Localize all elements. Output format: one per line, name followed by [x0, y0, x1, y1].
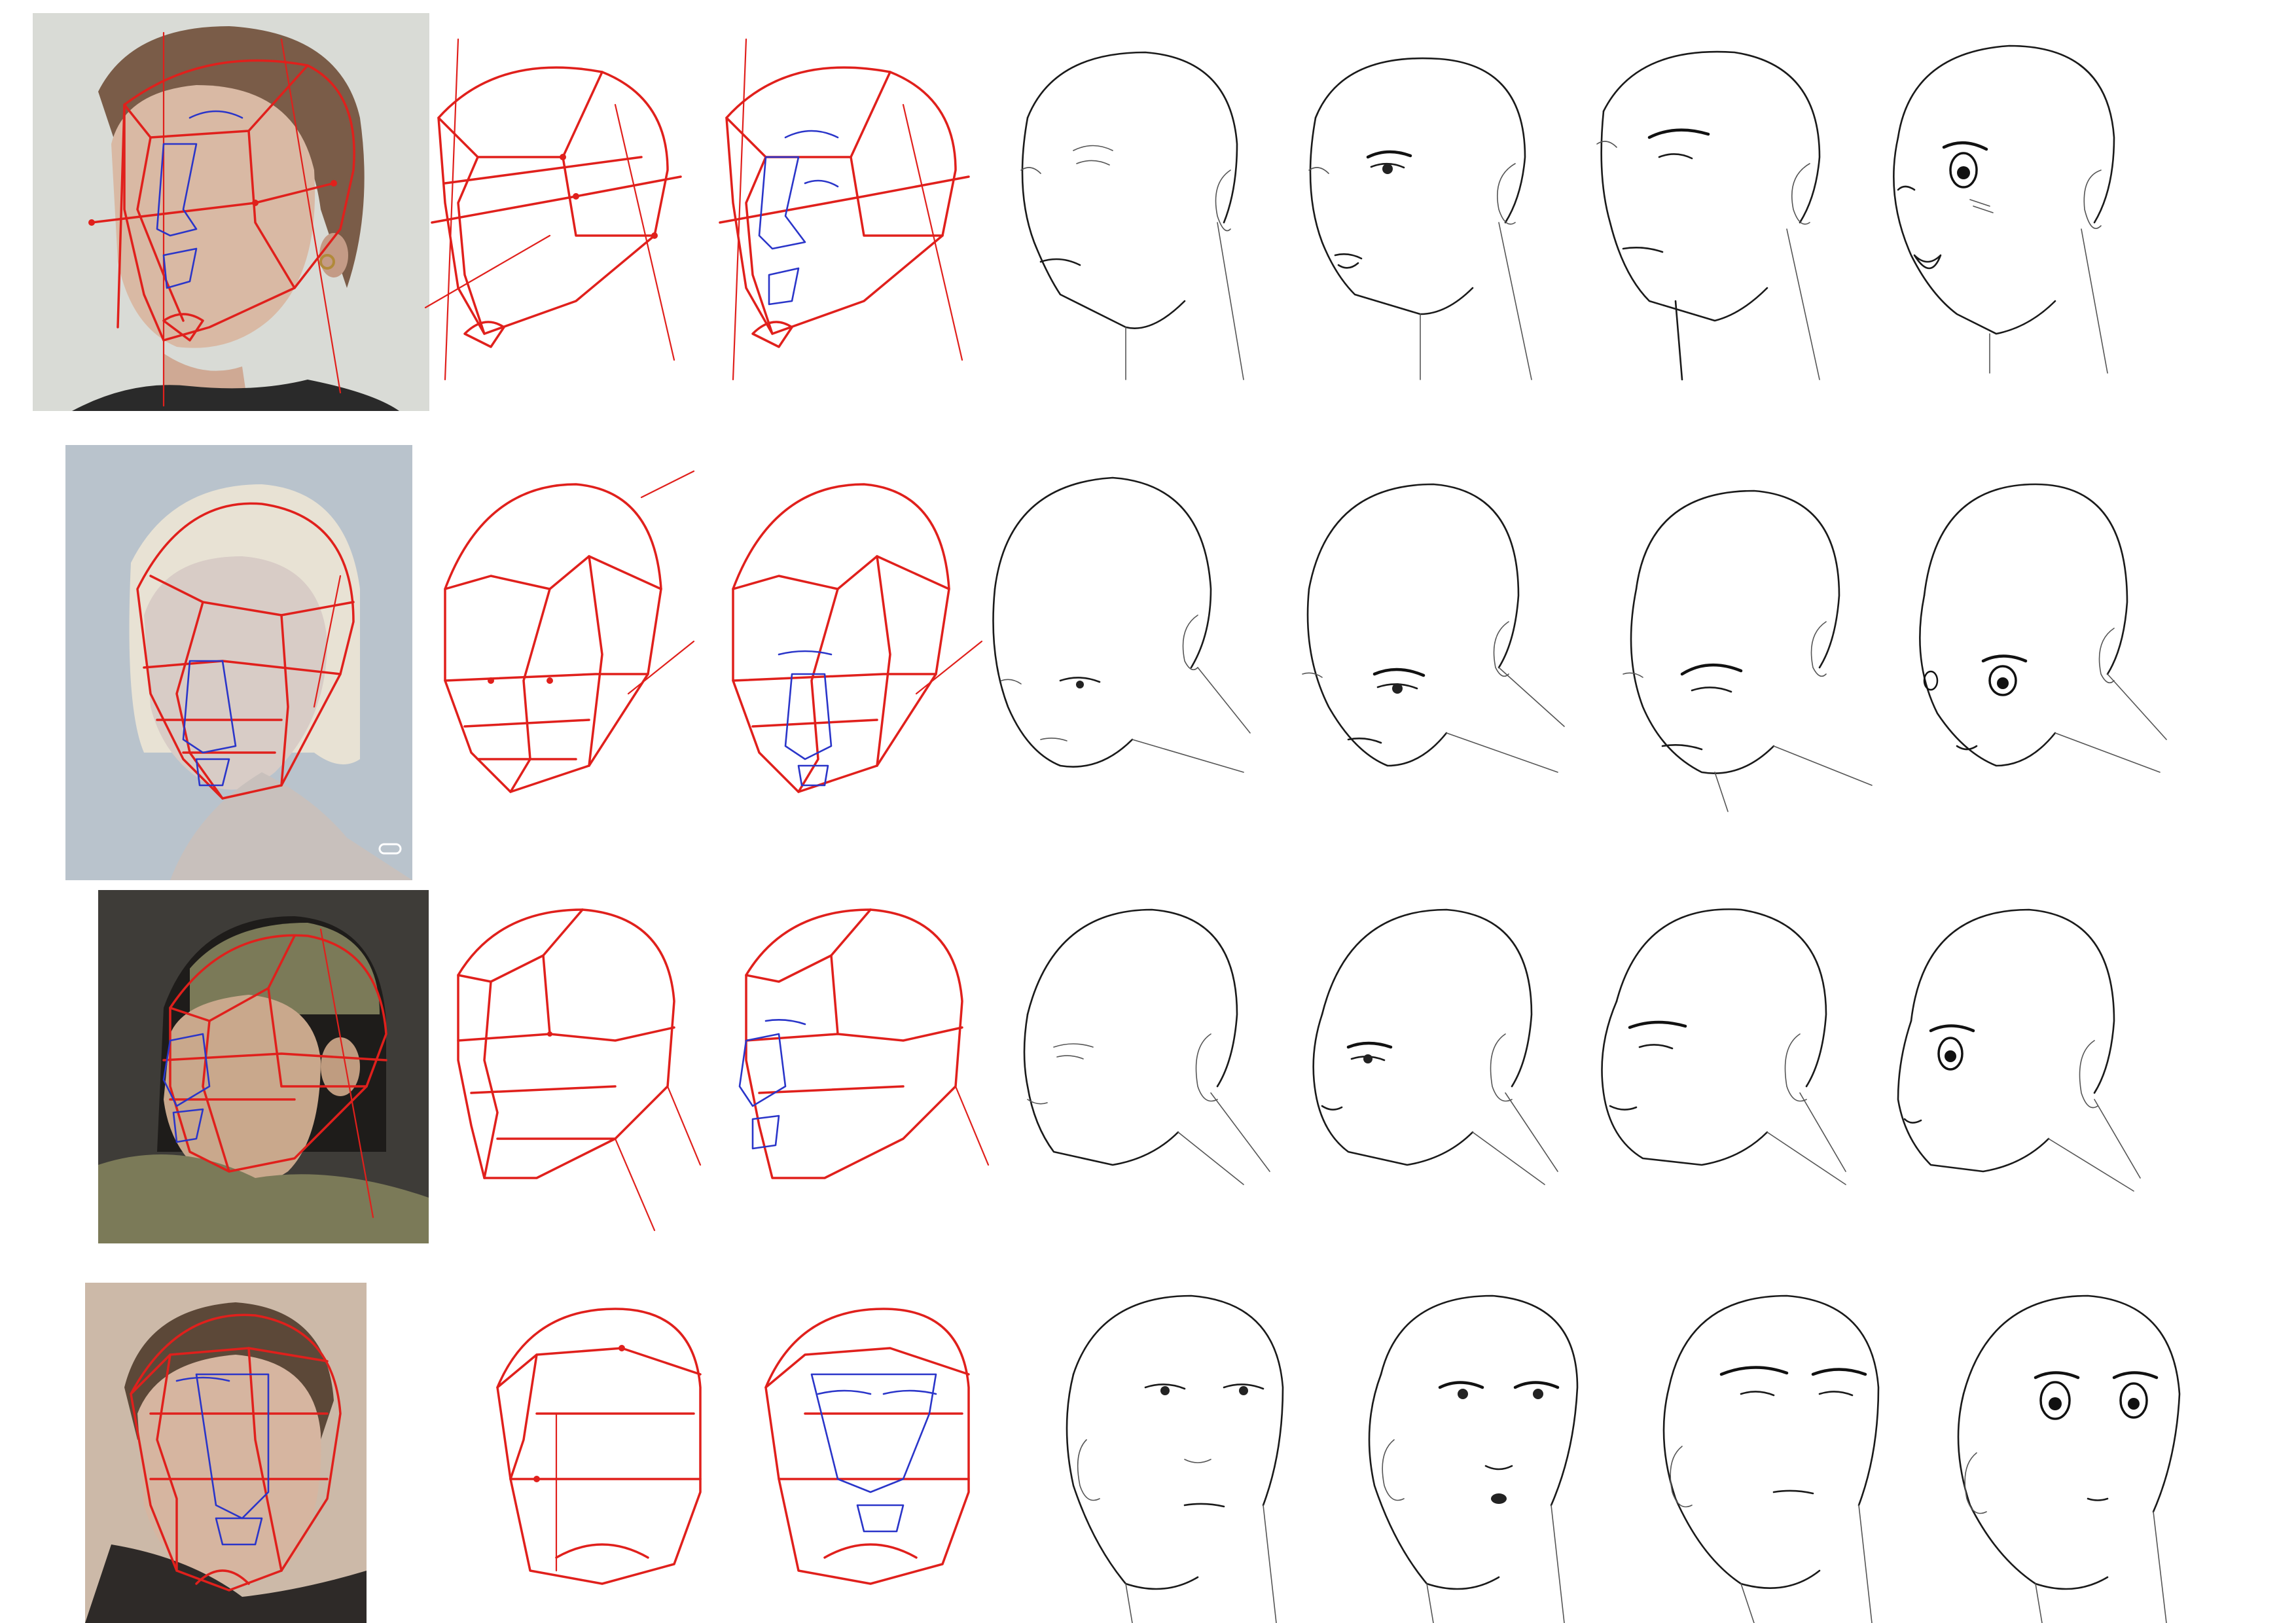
construction-with-features-4: [740, 1283, 1028, 1623]
reference-photo-3: [98, 890, 429, 1243]
reference-photo-2: [65, 445, 412, 880]
construction-with-features-2: [707, 458, 995, 825]
sketch-anime-1: [1859, 26, 2147, 393]
row-2: [0, 432, 2296, 880]
construction-with-features-3: [707, 890, 995, 1257]
sketch-anime-4: [1924, 1270, 2212, 1623]
row-3: [0, 877, 2296, 1243]
sketch-masculine-3: [1571, 890, 1859, 1257]
reference-photo-1: [33, 13, 429, 411]
construction-drawing-3: [419, 890, 707, 1257]
sketch-masculine-4: [1623, 1270, 1911, 1623]
construction-with-features-1: [707, 26, 995, 393]
construction-drawing-2: [419, 458, 707, 825]
reference-photo-4: [85, 1283, 367, 1623]
construction-drawing-1: [419, 26, 707, 393]
reference-sheet: [0, 0, 2296, 1623]
sketch-anime-2: [1885, 458, 2173, 825]
sketch-feminine-1: [1283, 26, 1571, 393]
sketch-masculine-1: [1571, 26, 1859, 393]
construction-drawing-4: [471, 1283, 759, 1623]
sketch-anime-3: [1859, 890, 2147, 1257]
sketch-feminine-4: [1329, 1270, 1617, 1623]
row-4: [0, 1270, 2296, 1623]
row-1: [0, 0, 2296, 411]
sketch-realistic-1: [995, 26, 1283, 393]
sketch-realistic-3: [995, 890, 1283, 1257]
sketch-realistic-4: [1034, 1270, 1322, 1623]
sketch-feminine-2: [1283, 458, 1571, 825]
sketch-masculine-2: [1597, 458, 1885, 825]
sketch-feminine-3: [1283, 890, 1571, 1257]
sketch-realistic-2: [969, 458, 1257, 825]
